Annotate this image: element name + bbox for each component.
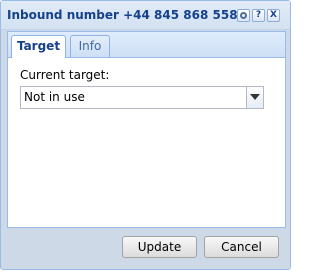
help-icon[interactable]: ?	[252, 9, 265, 22]
dialog-title: Inbound number +44 845 868 5585	[7, 8, 246, 22]
cancel-button[interactable]: Cancel	[204, 236, 279, 258]
target-form: Current target: Not in use	[20, 68, 275, 109]
chevron-down-icon[interactable]	[246, 87, 263, 108]
dialog-titlebar[interactable]: Inbound number +44 845 868 5585 ? X	[1, 1, 290, 30]
tab-panel: Target Info Current target: Not in use	[7, 31, 286, 228]
close-icon[interactable]: X	[267, 9, 280, 22]
tab-info[interactable]: Info	[70, 35, 110, 57]
gear-icon[interactable]	[237, 9, 250, 22]
tab-target[interactable]: Target	[11, 35, 66, 58]
current-target-label: Current target:	[20, 68, 110, 82]
tab-strip: Target Info	[8, 32, 285, 58]
update-button[interactable]: Update	[122, 236, 197, 258]
current-target-select[interactable]: Not in use	[20, 86, 264, 109]
current-target-value: Not in use	[24, 90, 85, 104]
inbound-number-dialog: Inbound number +44 845 868 5585 ? X Targ…	[0, 0, 291, 270]
